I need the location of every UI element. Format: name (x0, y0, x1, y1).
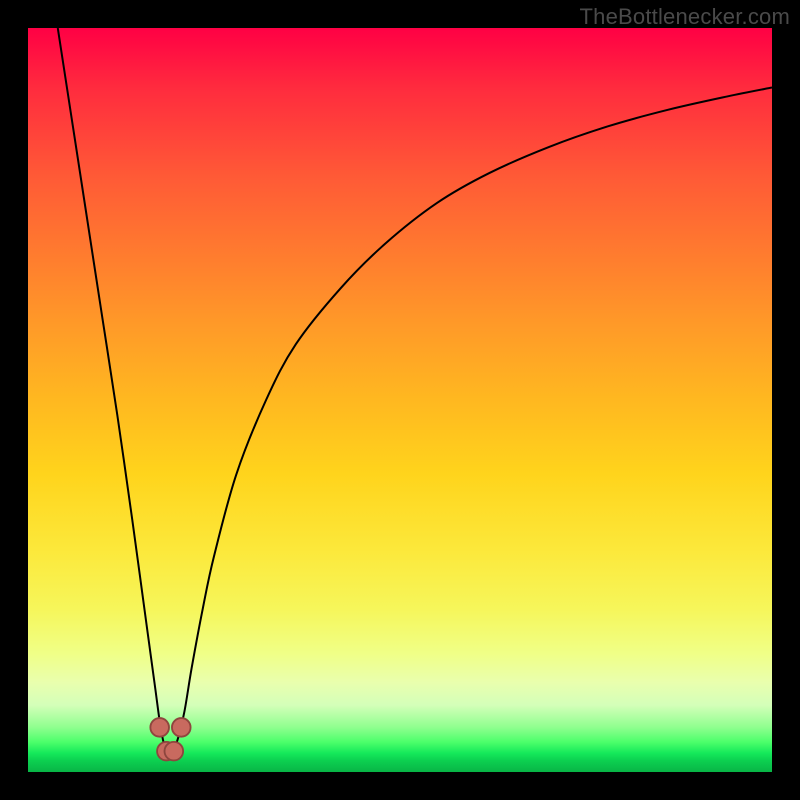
bottleneck-curve (58, 28, 772, 757)
optimum-marker (150, 718, 169, 737)
optimum-marker (165, 742, 184, 761)
watermark-text: TheBottlenecker.com (580, 4, 790, 30)
plot-area (28, 28, 772, 772)
bottleneck-curve-svg (28, 28, 772, 772)
optimum-markers (150, 718, 190, 760)
chart-frame: TheBottlenecker.com (0, 0, 800, 800)
optimum-marker (172, 718, 191, 737)
